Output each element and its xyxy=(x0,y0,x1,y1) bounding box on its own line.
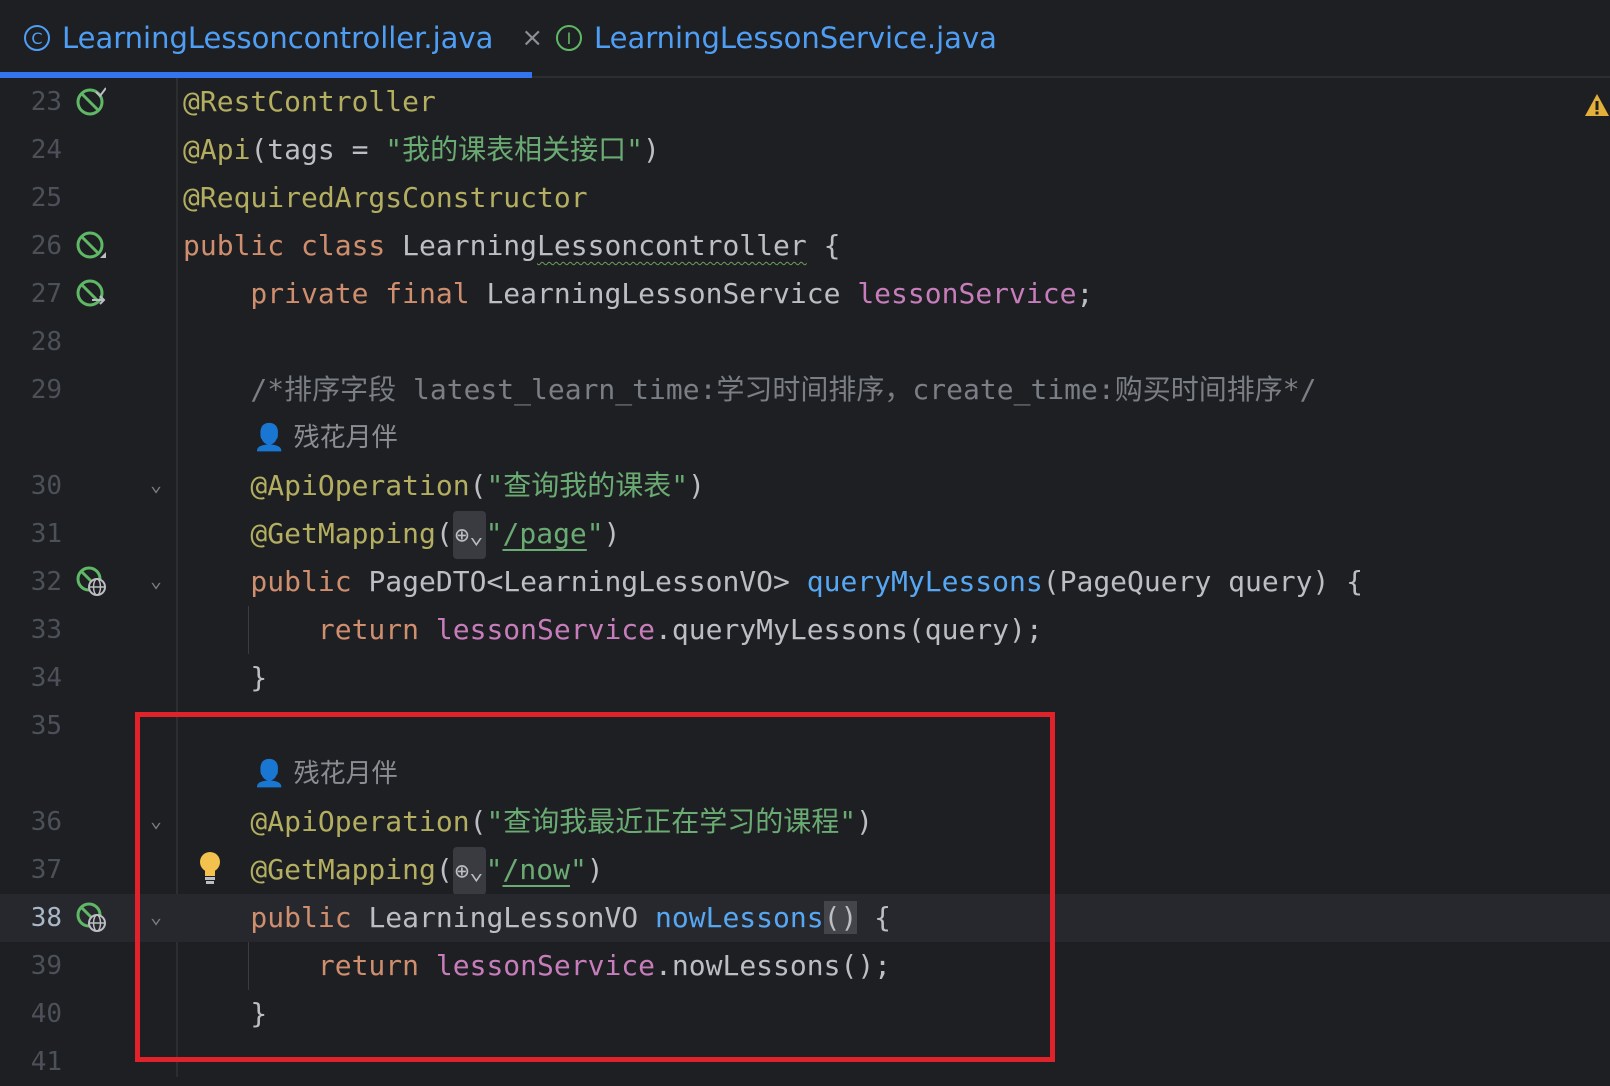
code-line-23[interactable]: 23 @RestController xyxy=(0,78,1610,126)
web-endpoint-icon[interactable] xyxy=(76,902,106,932)
spring-bean-icon[interactable] xyxy=(76,230,106,260)
author-hint: 👤 残花月伴 xyxy=(253,423,398,453)
line-number: 38 xyxy=(30,903,62,933)
code-line-28[interactable]: 28 xyxy=(0,318,1610,366)
chevron-down-icon[interactable]: ⌄ xyxy=(150,472,174,496)
code-line-31[interactable]: 31 @GetMapping(⊕⌄"/page") xyxy=(0,510,1610,559)
line-number: 27 xyxy=(30,279,62,309)
code-line-30[interactable]: 30 ⌄ @ApiOperation("查询我的课表") xyxy=(0,462,1610,510)
code-text: private final LearningLessonService less… xyxy=(183,277,1094,310)
line-number: 24 xyxy=(30,135,62,165)
code-text: @Api(tags = "我的课表相关接口") xyxy=(183,133,660,166)
line-number: 25 xyxy=(30,183,62,213)
line-number: 40 xyxy=(30,999,62,1029)
code-text: public PageDTO<LearningLessonVO> queryMy… xyxy=(183,565,1364,598)
class-icon: C xyxy=(24,25,50,51)
line-number: 34 xyxy=(30,663,62,693)
endpoint-link[interactable]: /page xyxy=(503,517,587,550)
globe-icon[interactable]: ⊕⌄ xyxy=(452,511,486,559)
tab-learninglessoncontroller[interactable]: C LearningLessoncontroller.java × xyxy=(0,0,543,78)
code-line-32[interactable]: 32 ⌄ public PageDTO<LearningLessonVO> qu… xyxy=(0,558,1610,606)
line-number: 37 xyxy=(30,855,62,885)
line-number: 33 xyxy=(30,615,62,645)
line-number: 31 xyxy=(30,519,62,549)
code-text: } xyxy=(183,661,268,694)
tab-label: LearningLessonService.java xyxy=(594,21,997,55)
line-number: 39 xyxy=(30,951,62,981)
web-endpoint-icon[interactable] xyxy=(76,566,106,596)
code-text: @GetMapping(⊕⌄"/page") xyxy=(183,510,621,559)
spring-bean-icon[interactable] xyxy=(76,86,106,116)
line-number: 28 xyxy=(30,327,62,357)
tab-label: LearningLessoncontroller.java xyxy=(62,21,494,55)
tab-learninglessonservice[interactable]: I LearningLessonService.java xyxy=(556,0,997,76)
chevron-down-icon[interactable]: ⌄ xyxy=(150,568,174,592)
line-number: 35 xyxy=(30,711,62,741)
code-text: @RequiredArgsConstructor xyxy=(183,181,588,214)
code-line-26[interactable]: 26 public class LearningLessoncontroller… xyxy=(0,222,1610,270)
interface-icon: I xyxy=(556,25,582,51)
line-number: 41 xyxy=(30,1047,62,1077)
code-text: public class LearningLessoncontroller { xyxy=(183,229,841,262)
code-text: @ApiOperation("查询我的课表") xyxy=(183,469,706,502)
code-line-25[interactable]: 25 @RequiredArgsConstructor xyxy=(0,174,1610,222)
line-number: 23 xyxy=(30,87,62,117)
line-number: 30 xyxy=(30,471,62,501)
line-number: 32 xyxy=(30,567,62,597)
code-line-24[interactable]: 24 @Api(tags = "我的课表相关接口") xyxy=(0,126,1610,174)
autowired-bean-icon[interactable] xyxy=(76,278,106,308)
highlight-box xyxy=(135,712,1055,1062)
line-number: 29 xyxy=(30,375,62,405)
line-number: 26 xyxy=(30,231,62,261)
code-text: @RestController xyxy=(183,85,436,118)
code-text: return lessonService.queryMyLessons(quer… xyxy=(183,613,1043,646)
user-icon: 👤 xyxy=(253,423,286,453)
author-inlay[interactable]: 👤 残花月伴 xyxy=(0,414,1610,462)
code-line-34[interactable]: 34 } xyxy=(0,654,1610,702)
code-line-33[interactable]: 33 return lessonService.queryMyLessons(q… xyxy=(0,606,1610,654)
close-icon[interactable]: × xyxy=(521,23,543,53)
code-text: /*排序字段 latest_learn_time:学习时间排序，create_t… xyxy=(183,373,1317,406)
editor-tab-bar: C LearningLessoncontroller.java × I Lear… xyxy=(0,0,1610,78)
line-number: 36 xyxy=(30,807,62,837)
code-line-29[interactable]: 29 /*排序字段 latest_learn_time:学习时间排序，creat… xyxy=(0,366,1610,414)
code-line-27[interactable]: 27 private final LearningLessonService l… xyxy=(0,270,1610,318)
